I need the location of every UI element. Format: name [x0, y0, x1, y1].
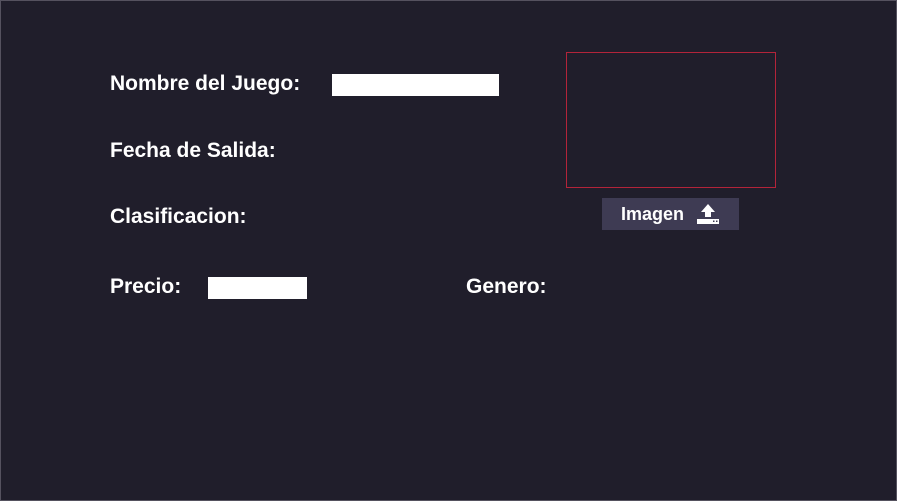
game-name-input[interactable]: [332, 74, 499, 96]
release-date-label: Fecha de Salida:: [110, 139, 276, 162]
price-input[interactable]: [208, 277, 307, 299]
rating-label: Clasificacion:: [110, 205, 247, 228]
upload-image-button[interactable]: Imagen: [602, 198, 739, 230]
image-preview-box: [566, 52, 776, 188]
upload-image-button-label: Imagen: [620, 204, 685, 224]
game-form-panel: Nombre del Juego: Fecha de Salida: Clasi…: [0, 0, 897, 501]
upload-icon: [696, 203, 720, 225]
price-label: Precio:: [110, 275, 182, 298]
game-name-label: Nombre del Juego:: [110, 72, 301, 95]
genre-label: Genero:: [466, 275, 547, 298]
